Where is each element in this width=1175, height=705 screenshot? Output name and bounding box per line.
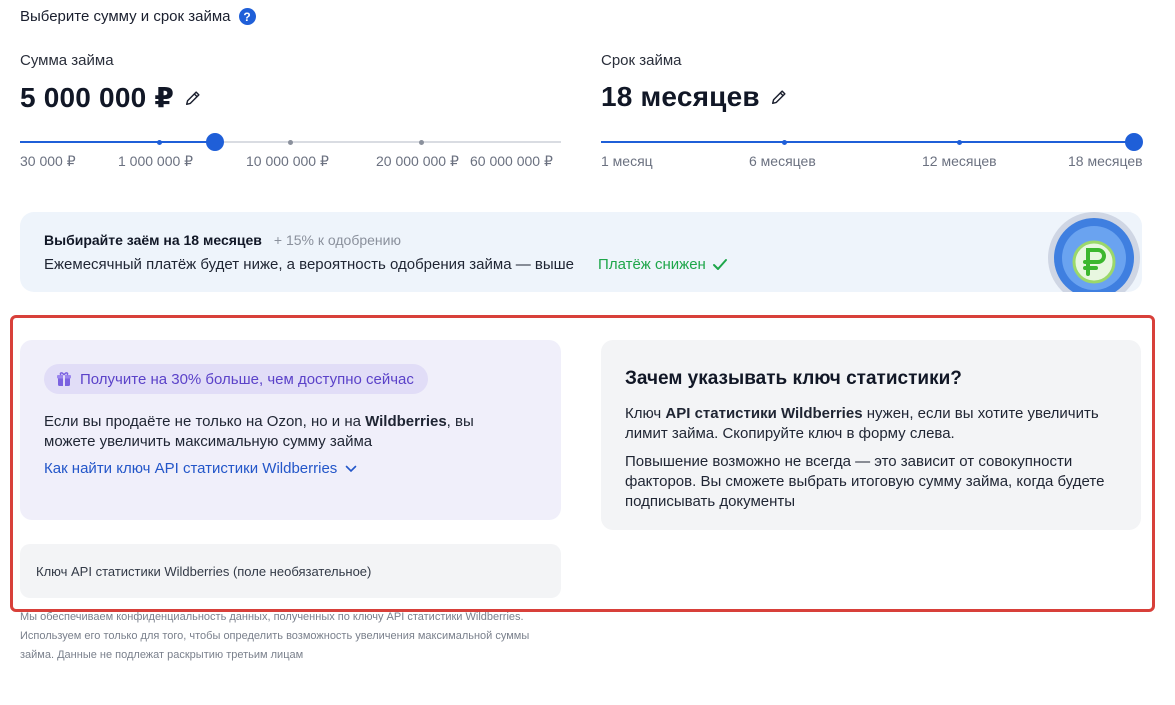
promo-bonus: + 15% к одобрению xyxy=(273,232,401,248)
term-tick-label: 18 месяцев xyxy=(1068,153,1143,169)
amount-tick-label: 30 000 ₽ xyxy=(20,153,76,169)
amount-tick-label: 10 000 000 ₽ xyxy=(246,153,329,169)
amount-slider-block: Сумма займа 5 000 000 ₽ 30 000 ₽ 1 000 0… xyxy=(20,52,561,169)
wildberries-description-part: Если вы продаёте не только на Ozon, но и… xyxy=(44,413,366,430)
amount-slider-track[interactable] xyxy=(20,133,561,151)
term-slider-block: Срок займа 18 месяцев 1 месяц 6 месяцев … xyxy=(601,52,1143,169)
amount-tick-label: 1 000 000 ₽ xyxy=(118,153,194,169)
amount-label: Сумма займа xyxy=(20,52,114,69)
bonus-chip-label: Получите на 30% больше, чем доступно сей… xyxy=(80,370,414,388)
term-slider-fill xyxy=(601,141,1134,143)
term-label: Срок займа xyxy=(601,52,682,69)
term-slider-thumb[interactable] xyxy=(1125,133,1143,151)
info-card: Зачем указывать ключ статистики? Ключ AP… xyxy=(601,340,1141,530)
amount-slider-thumb[interactable] xyxy=(206,133,224,151)
amount-slider-fill xyxy=(20,141,215,143)
promo-banner: Выбирайте заём на 18 месяцев + 15% к одо… xyxy=(20,212,1142,292)
check-icon xyxy=(712,258,727,270)
promo-title: Выбирайте заём на 18 месяцев xyxy=(44,232,262,248)
term-tick-dot xyxy=(781,139,787,145)
promo-text: Ежемесячный платёж будет ниже, а вероятн… xyxy=(44,256,575,273)
pencil-icon[interactable] xyxy=(184,89,202,107)
gift-icon xyxy=(57,372,71,386)
wildberries-brand: Wildberries xyxy=(365,413,447,430)
pencil-icon[interactable] xyxy=(770,88,788,106)
term-tick-label: 6 месяцев xyxy=(749,153,816,169)
term-tick-dot xyxy=(956,139,962,145)
amount-tick-dot xyxy=(287,139,293,145)
amount-value: 5 000 000 ₽ xyxy=(20,82,175,113)
term-slider-track[interactable] xyxy=(601,133,1143,151)
section-header: Выберите сумму и срок займа ? xyxy=(20,8,256,25)
amount-tick-label: 20 000 000 ₽ xyxy=(376,153,459,169)
question-circle-icon[interactable]: ? xyxy=(238,8,256,25)
promo-status: Платёж снижен xyxy=(598,256,728,273)
term-value: 18 месяцев xyxy=(601,81,760,112)
term-tick-label: 12 месяцев xyxy=(922,153,997,169)
wildberries-description: Если вы продаёте не только на Ozon, но и… xyxy=(44,412,524,452)
info-card-bold: API статистики Wildberries xyxy=(665,405,863,422)
promo-status-label: Платёж снижен xyxy=(598,256,706,273)
api-key-help-link-label: Как найти ключ API статистики Wildberrie… xyxy=(44,460,338,477)
info-card-paragraph-2: Повышение возможно не всегда — это завис… xyxy=(625,453,1105,510)
info-card-paragraph: Ключ API статистики Wildberries нужен, е… xyxy=(625,404,1117,444)
chevron-down-icon xyxy=(346,465,357,472)
info-card-title: Зачем указывать ключ статистики? xyxy=(625,368,962,389)
bonus-chip: Получите на 30% больше, чем доступно сей… xyxy=(44,364,428,394)
api-key-input[interactable] xyxy=(20,544,561,598)
info-card-text: Ключ xyxy=(625,405,666,422)
term-tick-label: 1 месяц xyxy=(601,153,653,169)
amount-tick-dot xyxy=(418,139,424,145)
section-title: Выберите сумму и срок займа xyxy=(20,8,231,25)
api-key-help-link[interactable]: Как найти ключ API статистики Wildberrie… xyxy=(44,460,357,477)
amount-tick-label: 60 000 000 ₽ xyxy=(470,153,553,169)
ruble-clock-icon xyxy=(1048,212,1140,292)
amount-tick-dot xyxy=(156,139,162,145)
privacy-disclaimer: Мы обеспечиваем конфиденциальность данны… xyxy=(20,611,530,661)
wildberries-card: Получите на 30% больше, чем доступно сей… xyxy=(20,340,561,520)
